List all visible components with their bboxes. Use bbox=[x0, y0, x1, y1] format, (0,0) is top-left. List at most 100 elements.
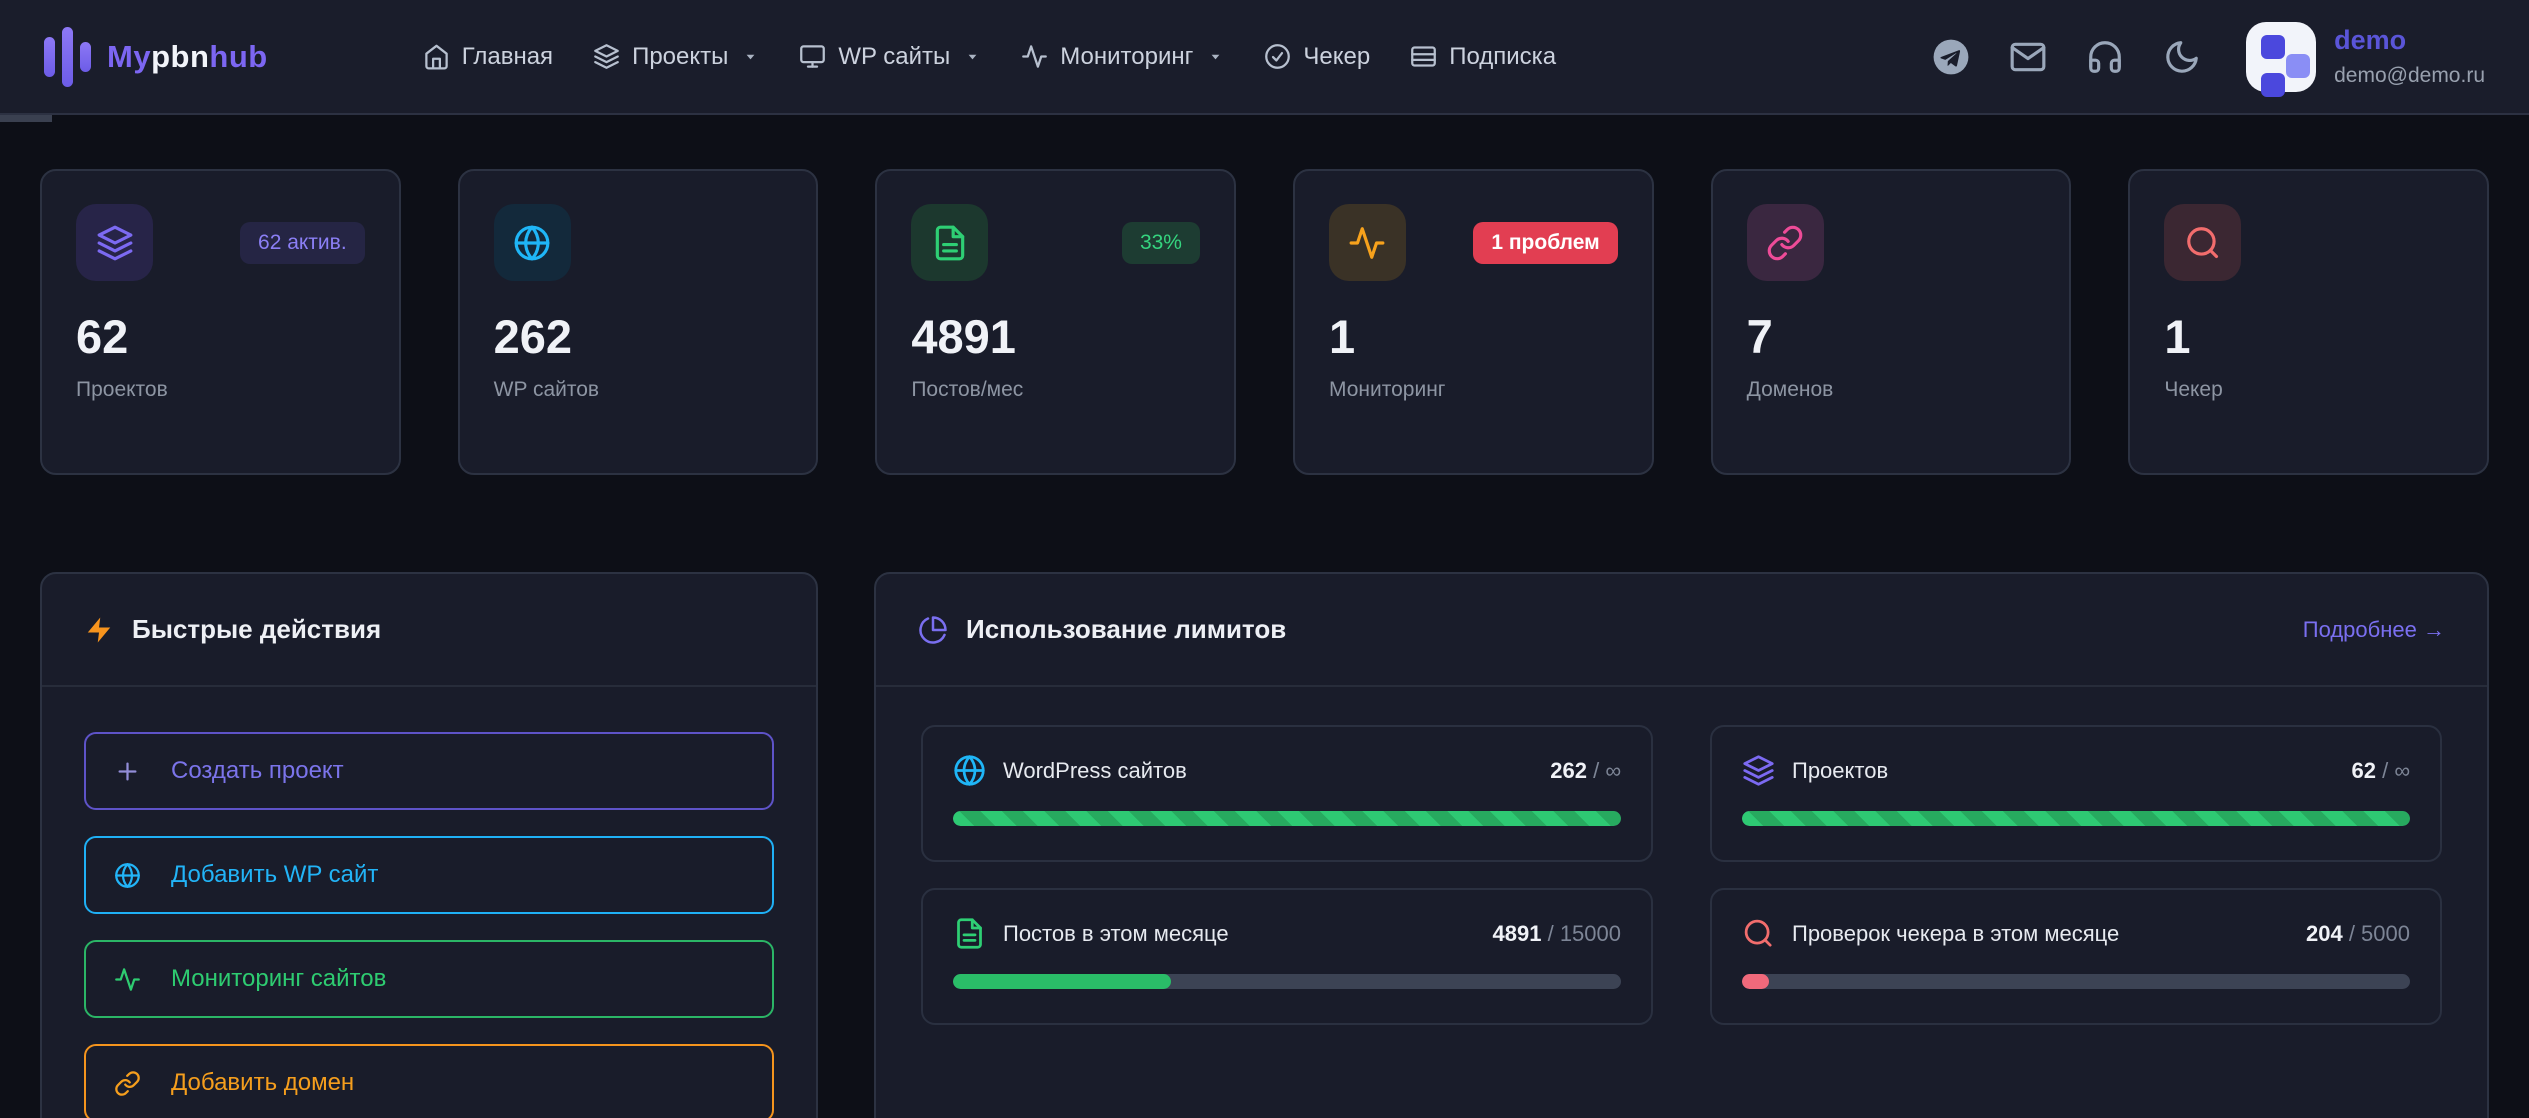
user-email: demo@demo.ru bbox=[2334, 64, 2485, 88]
globe-icon bbox=[114, 862, 141, 889]
nav-item-checker[interactable]: Чекер bbox=[1264, 43, 1370, 71]
add-wp-site-button[interactable]: Добавить WP сайт bbox=[84, 836, 774, 914]
stat-card-checker[interactable]: 1 Чекер bbox=[2128, 169, 2489, 475]
user-meta: demo demo@demo.ru bbox=[2334, 25, 2485, 88]
progress-fill bbox=[1742, 974, 1769, 989]
limit-label: Проектов bbox=[1792, 758, 1888, 784]
user-name: demo bbox=[2334, 25, 2485, 56]
telegram-icon[interactable] bbox=[1932, 38, 1970, 76]
stat-label: WP сайтов bbox=[494, 378, 783, 402]
stat-label: Чекер bbox=[2164, 378, 2453, 402]
main-menu: Главная Проекты WP сайты Мониторинг Чеке… bbox=[423, 43, 1556, 71]
link-icon bbox=[1747, 204, 1824, 281]
add-domain-button[interactable]: Добавить домен bbox=[84, 1044, 774, 1118]
panels-row: Быстрые действия Создать проект Добавить… bbox=[40, 572, 2489, 1118]
stat-value: 1 bbox=[2164, 309, 2453, 364]
activity-icon bbox=[114, 966, 141, 993]
nav-item-projects[interactable]: Проекты bbox=[593, 43, 759, 71]
link-icon bbox=[114, 1070, 141, 1097]
zap-icon bbox=[84, 615, 114, 645]
nav-item-wp-sites[interactable]: WP сайты bbox=[799, 43, 981, 71]
nav-label: Проекты bbox=[632, 43, 728, 71]
scrollbar-fragment bbox=[0, 115, 52, 122]
layers-icon bbox=[76, 204, 153, 281]
brand-bars-icon bbox=[44, 27, 91, 87]
stat-label: Постов/мес bbox=[911, 378, 1200, 402]
progress-fill bbox=[1742, 811, 2410, 826]
progress-bar bbox=[1742, 974, 2410, 989]
stat-card-projects[interactable]: 62 актив. 62 Проектов bbox=[40, 169, 401, 475]
limit-value: 204 / 5000 bbox=[2306, 921, 2410, 947]
activity-icon bbox=[1021, 43, 1048, 70]
limits-title: Использование лимитов bbox=[918, 614, 1286, 645]
file-icon bbox=[953, 917, 986, 950]
search-icon bbox=[2164, 204, 2241, 281]
check-circle-icon bbox=[1264, 43, 1291, 70]
file-icon bbox=[911, 204, 988, 281]
stat-value: 7 bbox=[1747, 309, 2036, 364]
nav-label: Мониторинг bbox=[1060, 43, 1193, 71]
problem-badge: 1 проблем bbox=[1473, 222, 1617, 264]
nav-item-home[interactable]: Главная bbox=[423, 43, 553, 71]
brand-name: Mypbnhub bbox=[107, 39, 268, 75]
moon-icon[interactable] bbox=[2163, 38, 2201, 76]
status-badge: 62 актив. bbox=[240, 222, 365, 264]
headphones-icon[interactable] bbox=[2086, 38, 2124, 76]
monitor-icon bbox=[799, 43, 826, 70]
layers-icon bbox=[593, 43, 620, 70]
stat-label: Мониторинг bbox=[1329, 378, 1618, 402]
limit-label: Постов в этом месяце bbox=[1003, 921, 1229, 947]
globe-icon bbox=[494, 204, 571, 281]
stat-card-wp-sites[interactable]: 262 WP сайтов bbox=[458, 169, 819, 475]
activity-icon bbox=[1329, 204, 1406, 281]
nav-item-monitoring[interactable]: Мониторинг bbox=[1021, 43, 1224, 71]
create-project-button[interactable]: Создать проект bbox=[84, 732, 774, 810]
stat-card-domains[interactable]: 7 Доменов bbox=[1711, 169, 2072, 475]
limits-panel: Использование лимитов Подробнее → WordPr… bbox=[874, 572, 2489, 1118]
search-icon bbox=[1742, 917, 1775, 950]
limit-label: Проверок чекера в этом месяце bbox=[1792, 921, 2119, 947]
stat-value: 262 bbox=[494, 309, 783, 364]
stat-label: Доменов bbox=[1747, 378, 2036, 402]
layers-icon bbox=[1742, 754, 1775, 787]
avatar bbox=[2246, 22, 2316, 92]
top-navbar: Mypbnhub Главная Проекты WP сайты Монито… bbox=[0, 0, 2529, 115]
limit-card-posts: Постов в этом месяце 4891 / 15000 bbox=[921, 888, 1653, 1025]
nav-item-subscription[interactable]: Подписка bbox=[1410, 43, 1556, 71]
stat-value: 4891 bbox=[911, 309, 1200, 364]
stat-value: 62 bbox=[76, 309, 365, 364]
limit-card-checker: Проверок чекера в этом месяце 204 / 5000 bbox=[1710, 888, 2442, 1025]
limits-more-link[interactable]: Подробнее → bbox=[2303, 617, 2445, 643]
chevron-down-icon bbox=[964, 48, 981, 65]
nav-label: WP сайты bbox=[838, 43, 950, 71]
chevron-down-icon bbox=[742, 48, 759, 65]
nav-label: Чекер bbox=[1303, 43, 1370, 71]
progress-bar bbox=[953, 974, 1621, 989]
limit-card-wordpress-sites: WordPress сайтов 262 / ∞ bbox=[921, 725, 1653, 862]
limit-value: 262 / ∞ bbox=[1550, 758, 1621, 784]
navbar-right: demo demo@demo.ru bbox=[1932, 22, 2485, 92]
progress-fill bbox=[953, 811, 1621, 826]
stat-card-monitoring[interactable]: 1 проблем 1 Мониторинг bbox=[1293, 169, 1654, 475]
stat-card-posts[interactable]: 33% 4891 Постов/мес bbox=[875, 169, 1236, 475]
stat-label: Проектов bbox=[76, 378, 365, 402]
credit-card-icon bbox=[1410, 43, 1437, 70]
progress-bar bbox=[953, 811, 1621, 826]
nav-label: Главная bbox=[462, 43, 553, 71]
quick-actions-panel: Быстрые действия Создать проект Добавить… bbox=[40, 572, 818, 1118]
progress-fill bbox=[953, 974, 1171, 989]
nav-label: Подписка bbox=[1449, 43, 1556, 71]
globe-icon bbox=[953, 754, 986, 787]
limit-value: 62 / ∞ bbox=[2351, 758, 2410, 784]
progress-bar bbox=[1742, 811, 2410, 826]
brand-logo[interactable]: Mypbnhub bbox=[44, 27, 268, 87]
mail-icon[interactable] bbox=[2009, 38, 2047, 76]
monitoring-sites-button[interactable]: Мониторинг сайтов bbox=[84, 940, 774, 1018]
user-menu[interactable]: demo demo@demo.ru bbox=[2246, 22, 2485, 92]
limit-value: 4891 / 15000 bbox=[1493, 921, 1621, 947]
quick-actions-title: Быстрые действия bbox=[84, 614, 381, 645]
home-icon bbox=[423, 43, 450, 70]
chevron-down-icon bbox=[1207, 48, 1224, 65]
plus-icon bbox=[114, 758, 141, 785]
status-badge: 33% bbox=[1122, 222, 1200, 264]
